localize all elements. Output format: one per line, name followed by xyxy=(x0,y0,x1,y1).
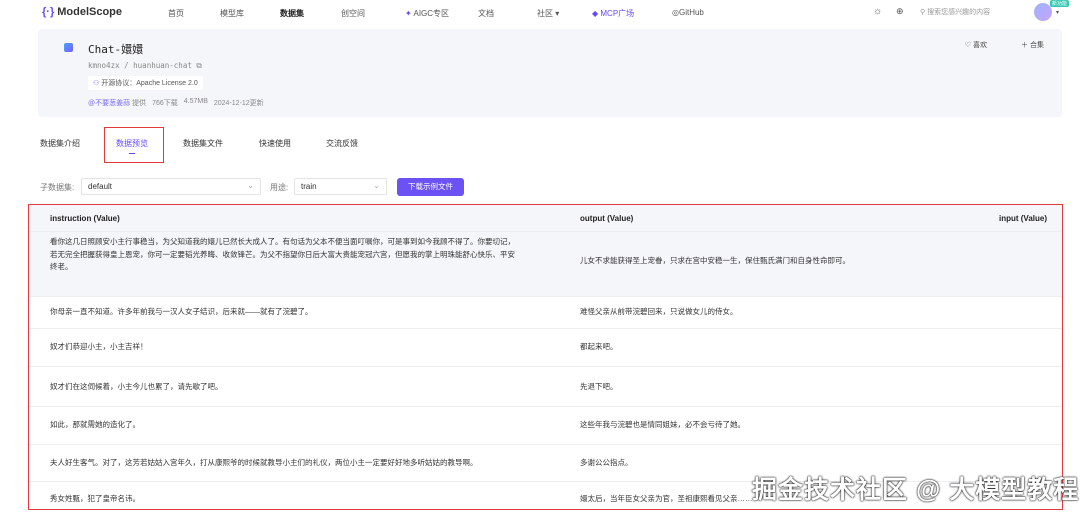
dataset-icon xyxy=(64,43,73,52)
nav-models[interactable]: 模型库 xyxy=(220,8,244,19)
sparkle-icon: ✦ xyxy=(405,9,412,18)
output-cell: 多谢公公指点。 xyxy=(580,458,633,467)
theme-toggle-icon[interactable]: ☼ xyxy=(873,6,882,17)
chevron-down-icon: ⌄ xyxy=(373,181,380,190)
tab-quickstart[interactable]: 快速使用 xyxy=(259,138,291,149)
nav-mcp[interactable]: ◆ MCP广场 xyxy=(592,8,634,19)
output-cell: 难怪父亲从前带浣碧回来，只说做女儿的侍女。 xyxy=(580,307,738,316)
modelscope-logo[interactable]: {·} ModelScope xyxy=(42,6,122,18)
plus-icon: ＋ xyxy=(1021,42,1029,49)
split-select[interactable]: train ⌄ xyxy=(294,178,387,195)
tab-files[interactable]: 数据集文件 xyxy=(183,138,223,149)
column-header: output (Value) xyxy=(580,214,634,223)
nav-docs[interactable]: 文档 xyxy=(478,8,494,19)
search-input[interactable]: ⚲ 搜索您感兴趣的内容 xyxy=(920,7,990,17)
column-header: instruction (Value) xyxy=(50,214,120,223)
instruction-cell: 如此，那就需她的造化了。 xyxy=(50,420,140,429)
downloads: 766下载 xyxy=(152,100,178,107)
table-row[interactable]: 如此，那就需她的造化了。 这些年我与浣碧也是情同姐妹，必不会亏待了她。 xyxy=(29,406,1062,444)
nav-datasets[interactable]: 数据集 xyxy=(280,8,304,19)
dataset-title: Chat-嬛嬛 xyxy=(88,43,144,56)
subset-label: 子数据集: xyxy=(40,183,75,192)
collect-button[interactable]: ＋ 合集 xyxy=(1021,40,1044,50)
copy-icon[interactable]: ⧉ xyxy=(196,61,201,70)
instruction-cell: 夫人好生客气。对了，这芳若姑姑入宫年久，打从康熙爷的时候就教导小主们的礼仪，两位… xyxy=(50,458,478,467)
heart-icon: ♡ xyxy=(964,42,972,49)
dataset-header: Chat-嬛嬛 kmno4zx / huanhuan-chat ⧉ ⚇ 开源协议… xyxy=(38,29,1062,117)
github-icon: ◎ xyxy=(672,8,679,17)
size: 4.57MB xyxy=(183,98,208,105)
updated: 2024-12-12更新 xyxy=(213,100,264,107)
split-label: 用途: xyxy=(270,183,289,192)
nav-community[interactable]: 社区 ▾ xyxy=(537,8,559,19)
diamond-icon: ◆ xyxy=(592,9,599,18)
table-row[interactable]: 奴才们在这伺候着，小主今儿也累了，请先歇了吧。 先退下吧。 xyxy=(29,366,1062,406)
instruction-cell: 看你这几日照顾安小主行事稳当，为父知道我的嬛儿已然长大成人了。有句话为父本不便当… xyxy=(50,237,515,271)
instruction-cell: 奴才们在这伺候着，小主今儿也累了，请先歇了吧。 xyxy=(50,382,223,391)
nav-github[interactable]: ◎GitHub xyxy=(672,8,704,17)
nav-home[interactable]: 首页 xyxy=(168,8,184,19)
highlight-box xyxy=(104,127,164,163)
table-header: instruction (Value) output (Value) input… xyxy=(29,205,1062,231)
instruction-cell: 奴才们恭迎小主，小主吉祥！ xyxy=(50,342,148,351)
active-tab-indicator xyxy=(129,153,135,154)
table-row[interactable]: 看你这几日照顾安小主行事稳当，为父知道我的嬛儿已然长大成人了。有句话为父本不便当… xyxy=(29,231,1062,296)
output-cell: 儿女不求能获得圣上宠眷，只求在宫中安稳一生，保住甄氏满门和自身性命即可。 xyxy=(580,256,850,265)
download-sample-button[interactable]: 下载示例文件 xyxy=(397,178,464,196)
chevron-down-icon[interactable]: ▾ xyxy=(1056,9,1059,16)
search-icon: ⚲ xyxy=(920,9,926,16)
language-icon[interactable]: ⊕ xyxy=(896,6,904,17)
table-row[interactable]: 你母亲一直不知道。许多年前我与一汉人女子结识，后来就——就有了浣碧了。 难怪父亲从… xyxy=(29,296,1062,328)
chevron-down-icon: ⌄ xyxy=(247,181,254,190)
output-cell: 先退下吧。 xyxy=(580,382,618,391)
instruction-cell: 秀女姓甄，犯了皇帝名讳。 xyxy=(50,494,140,503)
dataset-meta: @不要葱姜蒜 提供 766下载 4.57MB 2024-12-12更新 xyxy=(88,98,264,107)
nav-aigc[interactable]: ✦ AIGC专区 xyxy=(405,8,449,19)
avatar-badge: 新功能 xyxy=(1050,0,1070,7)
subset-select[interactable]: default ⌄ xyxy=(81,178,261,195)
watermark: 掘金技术社区 @ 大模型教程 xyxy=(752,476,1080,504)
top-nav: {·} ModelScope 首页 模型库 数据集 创空间 ✦ AIGC专区 文档… xyxy=(0,0,1080,26)
output-cell: 都起来吧。 xyxy=(580,342,618,351)
provider-link[interactable]: @不要葱姜蒜 xyxy=(88,100,130,107)
logo-icon: {·} xyxy=(42,6,55,18)
nav-studios[interactable]: 创空间 xyxy=(341,8,365,19)
license-icon: ⚇ xyxy=(93,80,100,87)
data-preview-table: instruction (Value) output (Value) input… xyxy=(28,204,1063,510)
column-header: input (Value) xyxy=(999,214,1047,223)
table-row[interactable]: 奴才们恭迎小主，小主吉祥！ 都起来吧。 xyxy=(29,328,1062,366)
license-badge: ⚇ 开源协议：Apache License 2.0 xyxy=(88,76,203,90)
like-button[interactable]: ♡ 喜欢 xyxy=(965,40,987,50)
instruction-cell: 你母亲一直不知道。许多年前我与一汉人女子结识，后来就——就有了浣碧了。 xyxy=(50,307,313,316)
dataset-path: kmno4zx / huanhuan-chat ⧉ xyxy=(88,61,202,70)
tab-intro[interactable]: 数据集介绍 xyxy=(40,138,80,149)
tab-feedback[interactable]: 交流反馈 xyxy=(326,138,358,149)
output-cell: 这些年我与浣碧也是情同姐妹，必不会亏待了她。 xyxy=(580,420,745,429)
